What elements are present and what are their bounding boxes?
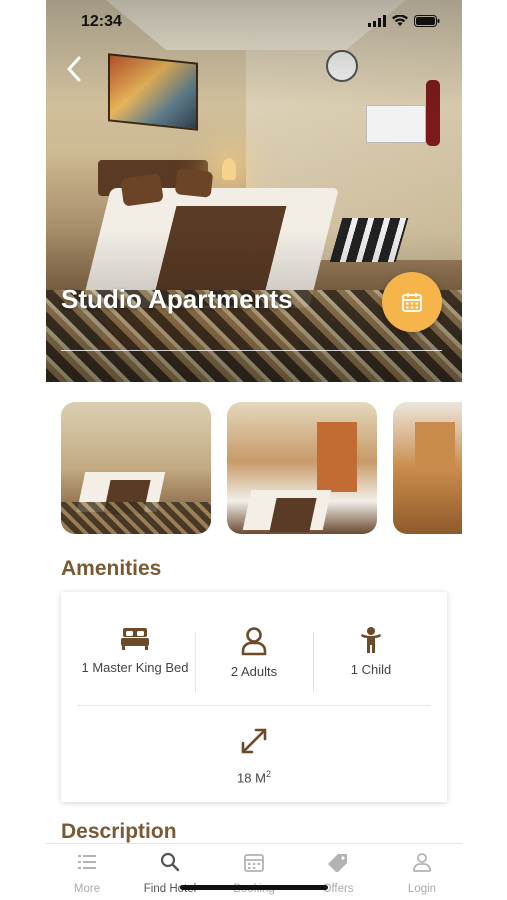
search-icon <box>160 852 180 872</box>
area-label: 18 M2 <box>194 769 314 785</box>
amenity-label: 2 Adults <box>230 664 278 679</box>
amenities-heading: Amenities <box>61 557 162 580</box>
nav-login[interactable]: Login <box>382 852 462 895</box>
amenities-card: 1 Master King Bed 2 Adults 1 Child 18 M2 <box>61 592 447 802</box>
calendar-button[interactable] <box>382 272 442 332</box>
tag-icon <box>328 854 347 873</box>
status-time: 12:34 <box>81 13 122 30</box>
amenity-area: 18 M2 <box>194 726 314 785</box>
chevron-left-icon <box>67 56 81 82</box>
area-unit-exponent: 2 <box>265 769 271 779</box>
amenity-label: 1 Child <box>350 662 392 677</box>
signal-icon <box>368 14 386 32</box>
menu-list-icon <box>78 855 96 869</box>
bed-icon <box>121 628 149 650</box>
gallery-thumbnail[interactable] <box>61 402 211 534</box>
nav-label: More <box>73 883 101 895</box>
hero-image: 12:34 Studio Apartments <box>46 0 462 382</box>
person-icon <box>413 853 431 872</box>
area-value: 18 M <box>237 770 266 786</box>
title-divider <box>61 350 442 351</box>
nav-more[interactable]: More <box>47 852 127 895</box>
app-screen: 12:34 Studio Apartments Amenities 1 Mast… <box>46 0 462 900</box>
amenity-child: 1 Child <box>311 626 431 677</box>
amenity-bed: 1 Master King Bed <box>75 626 195 675</box>
bottom-navigation: More Find Hotel Booking Offers <box>46 843 462 900</box>
photo-gallery[interactable] <box>61 402 462 536</box>
calendar-icon <box>244 854 264 872</box>
description-heading: Description <box>61 820 177 843</box>
battery-icon <box>414 14 440 32</box>
back-button[interactable] <box>60 54 90 84</box>
child-icon <box>361 627 381 653</box>
gallery-thumbnail[interactable] <box>393 402 462 534</box>
gallery-thumbnail[interactable] <box>227 402 377 534</box>
user-icon <box>241 627 267 656</box>
divider <box>77 705 431 706</box>
home-indicator <box>180 885 328 890</box>
nav-label: Login <box>407 883 437 895</box>
status-icons <box>368 14 440 32</box>
amenity-adults: 2 Adults <box>194 626 314 679</box>
calendar-icon <box>402 293 422 312</box>
page-title: Studio Apartments <box>61 284 293 314</box>
amenity-label: 1 Master King Bed <box>81 660 189 675</box>
expand-icon <box>241 728 267 754</box>
wifi-icon <box>392 14 408 32</box>
